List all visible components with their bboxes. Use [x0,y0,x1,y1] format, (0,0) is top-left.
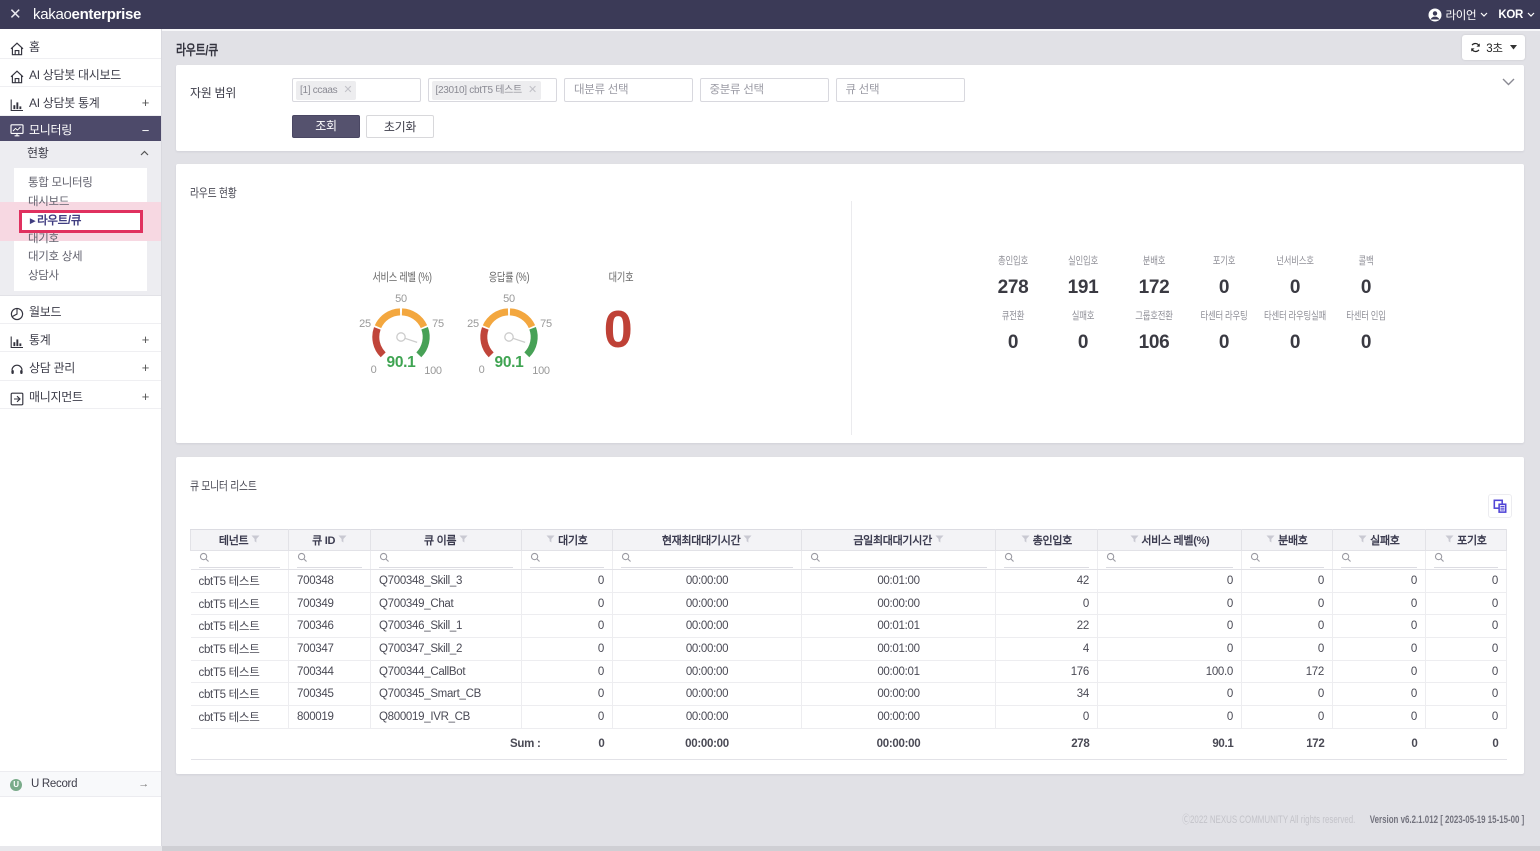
svg-text:90.1: 90.1 [495,354,525,371]
svg-text:25: 25 [467,318,479,330]
svg-text:100: 100 [532,365,550,377]
svg-text:75: 75 [432,318,444,330]
svg-text:50: 50 [395,293,407,305]
svg-text:50: 50 [503,293,515,305]
svg-text:0: 0 [479,364,485,376]
svg-text:25: 25 [359,318,371,330]
svg-text:90.1: 90.1 [387,354,417,371]
svg-text:100: 100 [424,365,442,377]
svg-text:75: 75 [540,318,552,330]
svg-text:0: 0 [371,364,377,376]
